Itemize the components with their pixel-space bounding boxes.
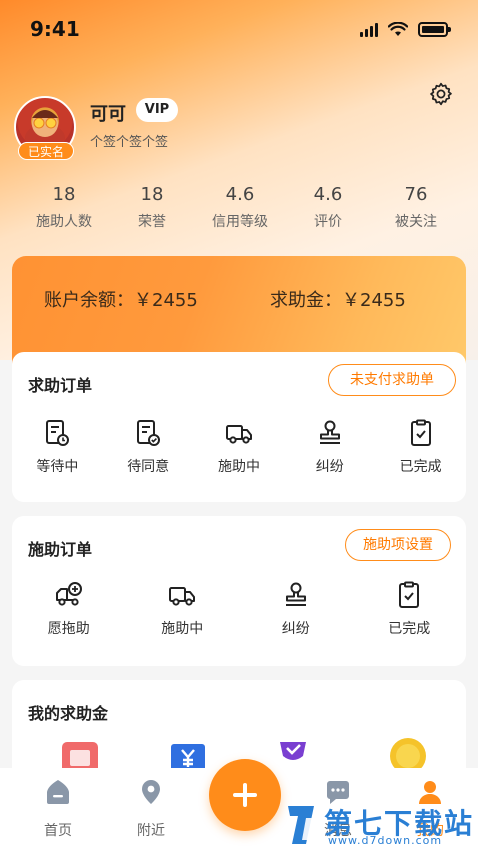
- doc-check-icon: [137, 420, 161, 446]
- stat-value: 4.6: [313, 184, 343, 205]
- order-dispute[interactable]: 纠纷: [284, 418, 375, 476]
- help-orders-card: 求助订单 未支付求助单 等待中 待同意 施助中 纠纷 已完成: [12, 352, 466, 502]
- watermark-url: www.d7down.com: [328, 834, 443, 847]
- order-in-progress-label: 施助中: [217, 459, 260, 475]
- trophy-icon[interactable]: [272, 738, 314, 770]
- signal-icon: [360, 22, 378, 37]
- stat-rating[interactable]: 4.6 评价: [284, 184, 372, 231]
- battery-icon: [418, 22, 451, 37]
- order-dispute-label: 纠纷: [315, 459, 344, 475]
- stats-row: 18 施助人数 18 荣誉 4.6 信用等级 4.6 评价 76 被关注: [20, 184, 460, 231]
- help-fund-balance: 求助金：￥2455: [270, 290, 406, 311]
- doc-clock-icon: [46, 420, 70, 446]
- coin-icon[interactable]: [388, 736, 428, 770]
- stat-value: 4.6: [225, 184, 255, 205]
- nav-nearby-label: 附近: [137, 823, 165, 839]
- watermark: 第七下载站 www.d7down.com: [284, 800, 478, 850]
- nav-nearby[interactable]: 附近: [111, 768, 191, 840]
- stat-helped-count[interactable]: 18 施助人数: [20, 184, 108, 231]
- user-signature: 个签个签个签: [90, 135, 169, 150]
- status-bar: 9:41: [0, 0, 478, 60]
- order-completed-label: 已完成: [399, 459, 442, 475]
- avatar-container[interactable]: 已实名: [14, 96, 76, 160]
- stat-value: 76: [404, 184, 428, 205]
- stat-label: 被关注: [395, 214, 437, 230]
- location-pin-icon: [142, 780, 160, 804]
- stat-value: 18: [52, 184, 76, 205]
- assist-completed[interactable]: 已完成: [353, 580, 467, 638]
- assist-willing-label: 愿拖助: [47, 621, 90, 637]
- nav-home-label: 首页: [44, 823, 72, 839]
- order-pending-approval[interactable]: 待同意: [103, 418, 194, 476]
- help-orders-title: 求助订单: [28, 376, 93, 395]
- assist-in-progress[interactable]: 施助中: [126, 580, 240, 638]
- assist-willing[interactable]: 愿拖助: [12, 580, 126, 638]
- stat-label: 评价: [314, 214, 342, 230]
- order-in-progress[interactable]: 施助中: [194, 418, 285, 476]
- nav-home[interactable]: 首页: [18, 768, 98, 840]
- account-balance: 账户余额：￥2455: [44, 290, 198, 311]
- assist-dispute-label: 纠纷: [281, 621, 310, 637]
- truck-icon: [169, 587, 196, 606]
- stat-followers[interactable]: 76 被关注: [372, 184, 460, 231]
- stat-label: 信用等级: [212, 214, 268, 230]
- stat-value: 18: [140, 184, 164, 205]
- stat-label: 荣誉: [138, 214, 166, 230]
- username: 可可: [90, 104, 126, 125]
- clipboard-check-icon: [410, 419, 431, 446]
- order-waiting-label: 等待中: [36, 459, 79, 475]
- stamp-icon: [319, 420, 340, 444]
- order-pending-label: 待同意: [127, 459, 170, 475]
- home-icon: [47, 780, 69, 804]
- calendar-icon[interactable]: [60, 740, 100, 770]
- watermark-logo: [288, 806, 318, 844]
- assist-completed-label: 已完成: [388, 621, 431, 637]
- assist-settings-button[interactable]: 施助项设置: [345, 529, 451, 561]
- stat-label: 施助人数: [36, 214, 92, 230]
- settings-gear-icon[interactable]: [428, 81, 454, 107]
- tow-truck-plus-icon: [55, 582, 82, 606]
- verified-badge: 已实名: [18, 142, 74, 160]
- assist-orders-row: 愿拖助 施助中 纠纷 已完成: [12, 580, 466, 638]
- status-icons: [360, 22, 451, 37]
- status-time: 9:41: [30, 17, 80, 41]
- stamp-icon: [285, 582, 306, 606]
- assist-orders-title: 施助订单: [28, 540, 93, 559]
- assist-in-progress-label: 施助中: [161, 621, 204, 637]
- wifi-icon: [388, 22, 408, 36]
- add-fab-button[interactable]: [209, 759, 281, 831]
- stat-credit-level[interactable]: 4.6 信用等级: [196, 184, 284, 231]
- order-completed[interactable]: 已完成: [375, 418, 466, 476]
- wallet-yuan-icon[interactable]: [168, 740, 208, 770]
- truck-icon: [225, 425, 252, 444]
- unpaid-orders-button[interactable]: 未支付求助单: [328, 364, 456, 396]
- assist-orders-card: 施助订单 施助项设置 愿拖助 施助中 纠纷 已完成: [12, 516, 466, 666]
- vip-badge[interactable]: VIP: [136, 98, 178, 122]
- help-orders-row: 等待中 待同意 施助中 纠纷 已完成: [12, 418, 466, 476]
- assist-dispute[interactable]: 纠纷: [239, 580, 353, 638]
- stat-honor[interactable]: 18 荣誉: [108, 184, 196, 231]
- clipboard-check-icon: [399, 581, 420, 608]
- my-help-fund-title: 我的求助金: [28, 704, 109, 723]
- order-waiting[interactable]: 等待中: [12, 418, 103, 476]
